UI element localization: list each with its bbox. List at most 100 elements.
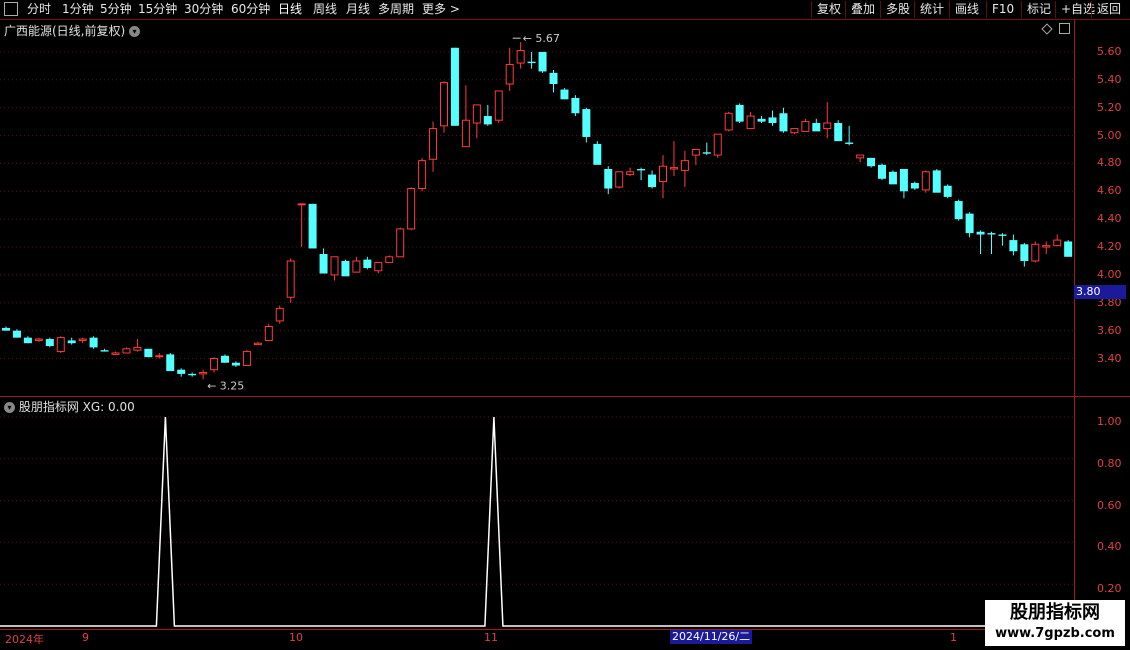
candle-body bbox=[286, 260, 295, 298]
candle-body bbox=[450, 47, 459, 126]
indicator-tick-label: 0.60 bbox=[1097, 498, 1122, 512]
date-tick-label: 10 bbox=[289, 631, 303, 644]
watermark-url: www.7gpzb.com bbox=[995, 626, 1115, 641]
candle-body bbox=[494, 90, 503, 121]
candle-body bbox=[1042, 245, 1051, 248]
candle-body bbox=[899, 169, 908, 192]
candle-body bbox=[932, 170, 941, 193]
candle-body bbox=[637, 169, 646, 171]
candle-body bbox=[910, 182, 919, 189]
candle-body bbox=[593, 143, 602, 165]
date-tick-label: 11 bbox=[484, 631, 498, 644]
candle-body bbox=[757, 118, 766, 122]
price-axis-border bbox=[1074, 20, 1075, 630]
price-tick-label: 5.40 bbox=[1097, 72, 1122, 86]
low-price-label: ← 3.25 bbox=[207, 379, 244, 392]
candle-body bbox=[516, 50, 525, 64]
candle-body bbox=[472, 104, 481, 124]
candle-body bbox=[779, 113, 788, 132]
candle-body bbox=[735, 104, 744, 122]
candle-body bbox=[133, 346, 142, 351]
candle-body bbox=[571, 97, 580, 114]
candle-body bbox=[1020, 244, 1029, 261]
date-tick-label: 2024年 bbox=[5, 633, 44, 646]
candle-body bbox=[1009, 240, 1018, 252]
candle-body bbox=[231, 362, 240, 366]
candle-body bbox=[111, 352, 120, 355]
candle-body bbox=[713, 133, 722, 156]
price-tick-label: 5.20 bbox=[1097, 100, 1122, 114]
price-tick-label: 4.40 bbox=[1097, 212, 1122, 226]
tool-button-8[interactable]: 返回 bbox=[1091, 1, 1126, 18]
candle-body bbox=[604, 169, 613, 189]
candle-body bbox=[461, 119, 470, 148]
high-price-label: ← 5.67 bbox=[523, 32, 560, 45]
candle-body bbox=[669, 167, 678, 170]
candle-body bbox=[429, 128, 438, 160]
watermark-logo: 股朋指标网 www.7gpzb.com bbox=[985, 600, 1125, 646]
candle-body bbox=[78, 338, 87, 341]
candle-body bbox=[319, 254, 328, 274]
candle-body bbox=[768, 117, 777, 124]
indicator-tick-label: 0.20 bbox=[1097, 582, 1122, 596]
candle-body bbox=[538, 51, 547, 72]
candle-body bbox=[144, 348, 153, 358]
date-cursor-label: 2024/11/26/二 bbox=[670, 630, 753, 644]
indicator-title: 股朋指标网 XG: 0.00 bbox=[18, 400, 135, 414]
watermark-title: 股朋指标网 bbox=[1010, 602, 1100, 623]
date-axis: 2024年 9 10 11 1 bbox=[0, 630, 1074, 646]
indicator-dropdown-icon[interactable]: ▾ bbox=[4, 402, 15, 413]
candle-body bbox=[680, 160, 689, 171]
candlestick-chart[interactable]: ← 5.67 ← 3.25 bbox=[0, 0, 1074, 630]
candle-body bbox=[264, 325, 273, 341]
candle-body bbox=[221, 355, 229, 363]
candle-body bbox=[812, 123, 821, 132]
date-tick-label: 9 bbox=[82, 631, 89, 644]
candle-body bbox=[834, 123, 843, 142]
candle-body bbox=[297, 203, 306, 206]
candle-body bbox=[122, 348, 131, 354]
candle-body bbox=[888, 171, 897, 185]
candle-body bbox=[582, 109, 591, 137]
candle-body bbox=[659, 165, 667, 183]
candle-body bbox=[648, 174, 657, 188]
candle-body bbox=[177, 369, 186, 374]
candle-body bbox=[998, 234, 1007, 236]
price-tick-label: 5.00 bbox=[1097, 128, 1122, 142]
candle-body bbox=[867, 157, 876, 167]
candle-body bbox=[1064, 241, 1073, 257]
candle-body bbox=[199, 371, 208, 375]
candle-body bbox=[987, 233, 996, 235]
candle-body bbox=[1053, 239, 1062, 247]
indicator-tick-label: 0.80 bbox=[1097, 456, 1122, 470]
candle-body bbox=[560, 89, 569, 100]
date-tick-label: 1 bbox=[950, 631, 957, 644]
candle-body bbox=[396, 228, 405, 258]
candle-body bbox=[210, 358, 219, 371]
candle-body bbox=[385, 256, 394, 263]
candle-body bbox=[188, 373, 197, 376]
candle-body bbox=[440, 82, 448, 127]
candle-body bbox=[615, 171, 624, 188]
candle-body bbox=[12, 330, 21, 338]
candle-body bbox=[275, 307, 284, 322]
candle-body bbox=[253, 342, 262, 346]
candle-body bbox=[954, 201, 963, 220]
candle-body bbox=[790, 128, 799, 134]
candle-body bbox=[155, 355, 164, 358]
candle-body bbox=[702, 152, 711, 154]
candle-body bbox=[801, 121, 810, 132]
price-tick-label: 5.60 bbox=[1097, 44, 1122, 58]
price-tick-label: 4.00 bbox=[1097, 267, 1122, 281]
candle-body bbox=[352, 260, 361, 273]
candle-body bbox=[67, 340, 76, 344]
indicator-tick-label: 1.00 bbox=[1097, 415, 1122, 428]
candle-body bbox=[407, 188, 416, 230]
candle-body bbox=[626, 171, 635, 176]
candle-body bbox=[483, 116, 492, 125]
candle-body bbox=[45, 339, 54, 347]
price-tick-label: 4.60 bbox=[1097, 184, 1122, 198]
indicator-tick-label: 0.40 bbox=[1097, 540, 1122, 554]
candle-body bbox=[878, 164, 886, 179]
candle-body bbox=[691, 148, 700, 156]
